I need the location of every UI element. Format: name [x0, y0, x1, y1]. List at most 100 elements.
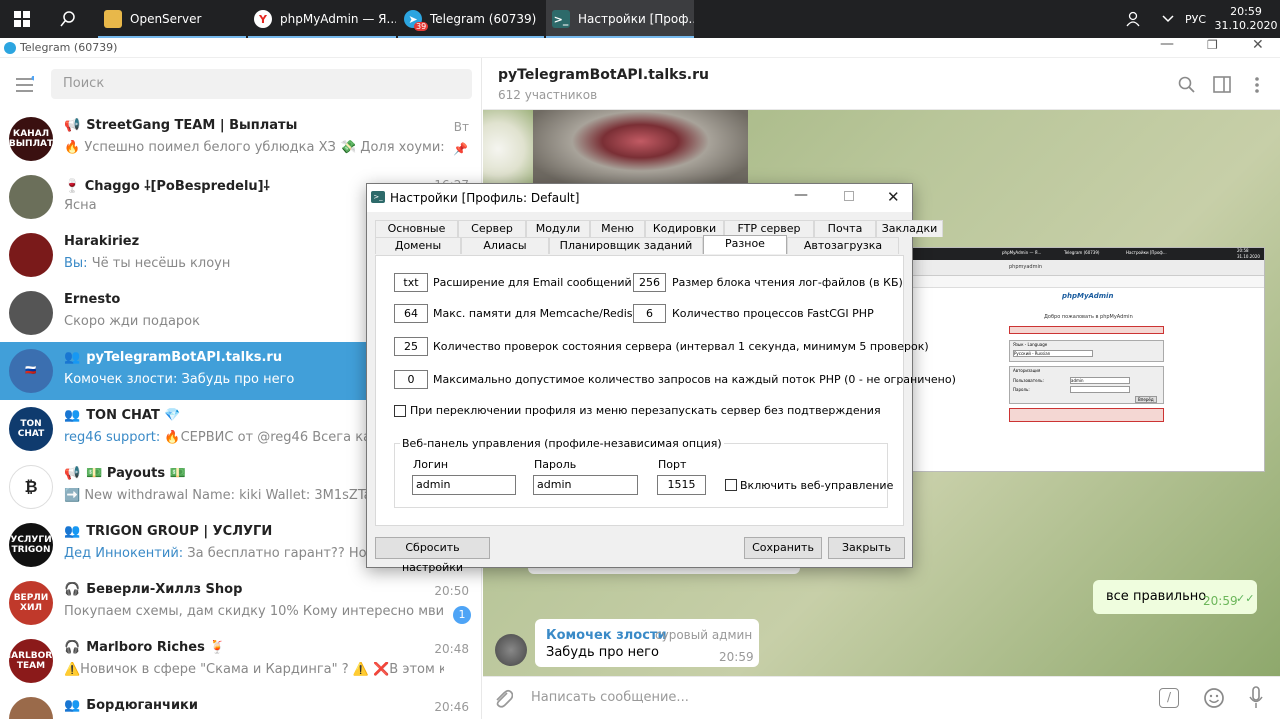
- password-label: Пароль: [534, 458, 577, 471]
- chat-avatar: 🇷🇺: [9, 349, 53, 393]
- port-field[interactable]: 1515: [657, 475, 706, 495]
- settings-tab[interactable]: Почта: [814, 220, 876, 237]
- settings-tab-active[interactable]: Разное: [703, 235, 787, 254]
- message-input[interactable]: Написать сообщение...: [531, 690, 689, 705]
- chat-name: 🎧 Marlboro Riches 🍹: [64, 640, 226, 655]
- outgoing-message[interactable]: все правильно 20:59 ✓✓: [1093, 580, 1257, 614]
- task-settings[interactable]: >_ Настройки [Проф...: [546, 0, 694, 38]
- close-dialog-button[interactable]: Закрыть: [828, 537, 905, 559]
- email-ext-label: Расширение для Email сообщений: [433, 276, 632, 289]
- task-openserver[interactable]: OpenServer: [98, 0, 246, 38]
- settings-tab[interactable]: Планировщик заданий: [549, 237, 703, 254]
- incoming-message[interactable]: Комочек злости суровый админ Забудь про …: [535, 619, 759, 667]
- chat-name-text: TRIGON GROUP | УСЛУГИ: [86, 524, 273, 539]
- search-input[interactable]: Поиск: [51, 69, 472, 99]
- reset-settings-button[interactable]: Сбросить настройки: [375, 537, 490, 574]
- paperclip-icon[interactable]: [493, 687, 513, 709]
- yandex-browser-icon: Y: [254, 10, 272, 28]
- chat-name: 📢 StreetGang TEAM | Выплаты: [64, 118, 297, 133]
- chat-type-icon: 👥: [64, 524, 81, 539]
- message-preview: Покупаем схемы, дам скидку 10% Кому инте…: [64, 604, 444, 619]
- email-ext-field[interactable]: txt: [394, 273, 428, 292]
- max-requests-field[interactable]: 0: [394, 370, 428, 389]
- clock[interactable]: 20:59 31.10.2020: [1215, 0, 1278, 38]
- minimize-button[interactable]: —: [1160, 36, 1174, 52]
- message-preview: Ясна: [64, 198, 97, 213]
- restart-checkbox[interactable]: [394, 405, 406, 417]
- chat-last-message: ⚠️Новичок в сфере "Скама и Кардинга" ? ⚠…: [64, 662, 444, 677]
- bot-commands-icon[interactable]: /: [1159, 688, 1179, 708]
- chat-type-icon: 📢: [64, 466, 81, 481]
- start-button[interactable]: [0, 0, 44, 38]
- chat-type-icon: 👥: [64, 350, 81, 365]
- search-icon[interactable]: [1178, 76, 1196, 94]
- tray-expand[interactable]: [1158, 0, 1178, 38]
- memcache-field[interactable]: 64: [394, 304, 428, 323]
- search-icon: [60, 11, 75, 27]
- pma-logo: phpMyAdmin: [1062, 292, 1114, 300]
- microphone-icon[interactable]: [1248, 686, 1264, 710]
- chat-avatar: TON CHAT: [9, 407, 53, 451]
- emoji-icon[interactable]: [1203, 687, 1225, 709]
- message-preview: ⚠️Новичок в сфере "Скама и Кардинга" ? ⚠…: [64, 662, 444, 677]
- settings-tab[interactable]: Домены: [375, 237, 461, 254]
- fastcgi-field[interactable]: 6: [633, 304, 666, 323]
- message-sender: Дед Иннокентий:: [64, 546, 188, 561]
- chat-item[interactable]: ВЕРЛИ ХИЛ 🎧 Беверли-Хиллз Shop Покупаем схе…: [0, 574, 481, 632]
- message-sender: Комочек злости:: [64, 372, 182, 387]
- cat-photo[interactable]: [533, 110, 748, 188]
- save-button[interactable]: Сохранить: [744, 537, 822, 559]
- settings-tab[interactable]: Алиасы: [461, 237, 549, 254]
- telegram-icon: [4, 42, 16, 54]
- sender-avatar[interactable]: [495, 634, 527, 666]
- message-preview: Скоро жди подарок: [64, 314, 200, 329]
- minimize-button[interactable]: —: [794, 187, 808, 203]
- settings-tab[interactable]: Сервер: [458, 220, 526, 237]
- chat-name-text: pyTelegramBotAPI.talks.ru: [86, 350, 283, 365]
- chat-avatar: [9, 291, 53, 335]
- login-field[interactable]: admin: [412, 475, 516, 495]
- task-phpmyadmin[interactable]: Y phpMyAdmin — Я...: [248, 0, 396, 38]
- message-sender: Вы:: [64, 256, 92, 271]
- chat-avatar: MARLBORO TEAM: [9, 639, 53, 683]
- people-tray[interactable]: [1122, 0, 1146, 38]
- login-label: Логин: [413, 458, 449, 471]
- settings-tab[interactable]: Модули: [526, 220, 590, 237]
- web-panel-group-title: Веб-панель управления (профиле-независим…: [400, 437, 724, 450]
- settings-tab[interactable]: Закладки: [876, 220, 943, 237]
- close-button[interactable]: ✕: [1252, 37, 1264, 53]
- close-button[interactable]: ✕: [887, 188, 900, 206]
- chat-item[interactable]: КАНАЛ ВЫПЛАТ 📢 StreetGang TEAM | Выплаты 🔥 …: [0, 110, 481, 168]
- chat-last-message: Покупаем схемы, дам скидку 10% Кому инте…: [64, 604, 444, 619]
- settings-tab[interactable]: Меню: [590, 220, 645, 237]
- chat-item[interactable]: 👥 Бордюганчики 20:46: [0, 690, 481, 719]
- restore-button[interactable]: ❐: [1207, 38, 1218, 52]
- chat-name: Harakiriez: [64, 234, 139, 249]
- health-checks-label: Количество проверок состояния сервера (и…: [433, 340, 929, 353]
- restart-checkbox-label: При переключении профиля из меню перезап…: [410, 404, 881, 417]
- web-control-checkbox[interactable]: [725, 479, 737, 491]
- chat-name-text: 💵 Payouts 💵: [86, 466, 186, 481]
- dialog-titlebar: >_ Настройки [Профиль: Default] — ✕: [367, 184, 912, 212]
- password-field[interactable]: admin: [533, 475, 638, 495]
- chat-time: 20:46: [434, 700, 469, 714]
- chevron-down-icon: [1162, 15, 1174, 23]
- settings-tab[interactable]: Основные: [375, 220, 458, 237]
- folder-icon: [104, 10, 122, 28]
- log-block-field[interactable]: 256: [633, 273, 666, 292]
- more-options-icon[interactable]: [1254, 76, 1260, 94]
- search-button[interactable]: [48, 0, 88, 38]
- sidebar-toggle-icon[interactable]: [1213, 76, 1231, 94]
- mini-tabstrip: [904, 276, 1264, 288]
- flower-photo: [483, 110, 533, 188]
- chat-name: 👥 TRIGON GROUP | УСЛУГИ: [64, 524, 272, 539]
- health-checks-field[interactable]: 25: [394, 337, 428, 356]
- language-indicator[interactable]: РУС: [1185, 0, 1206, 38]
- screenshot-image[interactable]: phpMyAdmin — Я... Telegram (60739) Настр…: [903, 247, 1265, 472]
- task-telegram[interactable]: ➤ 39 Telegram (60739): [398, 0, 544, 38]
- settings-tab[interactable]: Автозагрузка: [787, 237, 899, 254]
- chat-name: 👥 TON CHAT 💎: [64, 408, 181, 423]
- chat-item[interactable]: MARLBORO TEAM 🎧 Marlboro Riches 🍹 ⚠️Новичок…: [0, 632, 481, 690]
- chat-title[interactable]: pyTelegramBotAPI.talks.ru: [498, 67, 709, 83]
- menu-button[interactable]: [16, 75, 37, 92]
